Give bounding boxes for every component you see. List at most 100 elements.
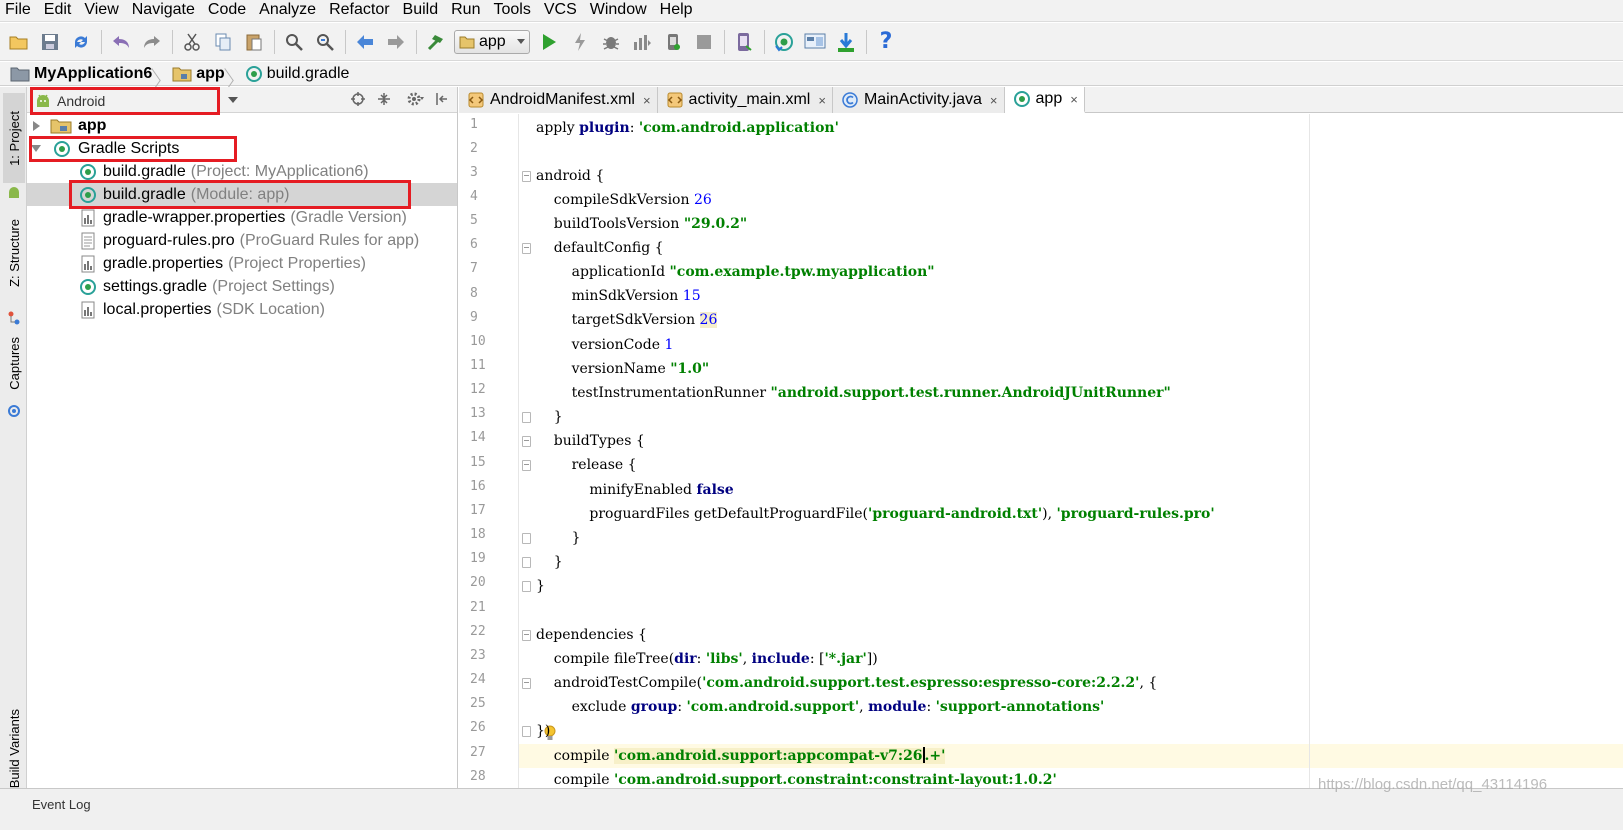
help-icon[interactable]: ? xyxy=(873,29,899,55)
close-icon[interactable]: × xyxy=(990,93,998,108)
sync-gradle-icon[interactable] xyxy=(771,29,797,55)
gear-icon[interactable] xyxy=(407,90,425,108)
chevron-down-icon[interactable] xyxy=(228,97,238,103)
sync-icon[interactable] xyxy=(68,29,94,55)
tree-node-settings-gradle[interactable]: settings.gradle (Project Settings) xyxy=(79,275,335,298)
apply-changes-icon[interactable] xyxy=(567,29,593,55)
menu-vcs[interactable]: VCS xyxy=(538,0,584,22)
paste-icon[interactable] xyxy=(241,29,267,55)
tab-activity-main[interactable]: activity_main.xml × xyxy=(657,87,833,113)
menu-window[interactable]: Window xyxy=(584,0,654,22)
tab-app-build-gradle[interactable]: app × xyxy=(1004,87,1085,113)
tab-androidmanifest[interactable]: AndroidManifest.xml × xyxy=(459,87,658,113)
menu-file[interactable]: File xyxy=(0,0,38,22)
code-line: applicationId "com.example.tpw.myapplica… xyxy=(536,264,935,280)
toolbar-separator xyxy=(345,29,346,54)
tree-node-proguard-rules[interactable]: proguard-rules.pro (ProGuard Rules for a… xyxy=(79,229,419,252)
project-view-selector[interactable]: Android xyxy=(31,89,221,113)
hide-panel-icon[interactable] xyxy=(433,90,451,108)
avd-manager-icon[interactable] xyxy=(731,29,757,55)
code-line: } xyxy=(536,409,563,425)
line-number: 21 xyxy=(470,600,486,615)
attach-debugger-icon[interactable] xyxy=(660,29,686,55)
breadcrumb-project[interactable]: MyApplication6 xyxy=(10,62,152,86)
save-icon[interactable] xyxy=(37,29,63,55)
project-structure-icon[interactable] xyxy=(802,29,828,55)
code-line: buildTypes { xyxy=(536,433,645,449)
close-icon[interactable]: × xyxy=(818,93,826,108)
code-line: proguardFiles getDefaultProguardFile('pr… xyxy=(536,506,1215,522)
captures-icon xyxy=(3,401,25,421)
line-number: 10 xyxy=(470,334,486,349)
forward-icon[interactable] xyxy=(383,29,409,55)
tab-label: app xyxy=(1035,90,1063,107)
tree-node-description: (SDK Location) xyxy=(216,300,326,318)
close-icon[interactable]: × xyxy=(643,93,651,108)
breadcrumb-file[interactable]: build.gradle xyxy=(245,62,350,86)
replace-icon[interactable] xyxy=(312,29,338,55)
toolbar-separator xyxy=(764,29,765,54)
breadcrumb-project-label: MyApplication6 xyxy=(34,64,153,82)
undo-icon[interactable] xyxy=(108,29,134,55)
tree-node-label: proguard-rules.pro xyxy=(103,231,235,249)
collapse-arrow-icon[interactable] xyxy=(31,145,41,152)
android-icon xyxy=(37,94,49,107)
sdk-manager-icon[interactable] xyxy=(833,29,859,55)
menu-help[interactable]: Help xyxy=(654,0,700,22)
scroll-from-source-icon[interactable] xyxy=(349,90,367,108)
code-line: minSdkVersion 15 xyxy=(536,288,701,304)
code-line: versionName "1.0" xyxy=(536,361,710,377)
line-number: 2 xyxy=(470,141,478,156)
tree-node-build-gradle-project[interactable]: build.gradle (Project: MyApplication6) xyxy=(79,160,369,183)
line-number: 14 xyxy=(470,430,486,445)
code-editor[interactable]: apply plugin: 'com.android.application' … xyxy=(519,114,1623,807)
tab-mainactivity[interactable]: MainActivity.java × xyxy=(832,87,1005,113)
run-icon[interactable] xyxy=(536,29,562,55)
tree-node-gradle-properties[interactable]: gradle.properties (Project Properties) xyxy=(79,252,366,275)
open-folder-icon[interactable] xyxy=(6,29,32,55)
profile-icon[interactable] xyxy=(629,29,655,55)
event-log-tab[interactable]: Event Log xyxy=(32,797,91,812)
menu-build[interactable]: Build xyxy=(397,0,446,22)
back-icon[interactable] xyxy=(352,29,378,55)
tab-structure[interactable]: Z: Structure xyxy=(3,203,25,303)
main-toolbar: app ? xyxy=(0,23,1623,61)
expand-arrow-icon[interactable] xyxy=(33,120,40,131)
stop-icon[interactable] xyxy=(691,29,717,55)
menu-navigate[interactable]: Navigate xyxy=(126,0,202,22)
menu-run[interactable]: Run xyxy=(445,0,487,22)
line-number: 3 xyxy=(470,165,478,180)
menu-bar: File Edit View Navigate Code Analyze Ref… xyxy=(0,0,1623,22)
tab-captures[interactable]: Captures xyxy=(3,323,25,403)
line-number: 4 xyxy=(470,189,478,204)
redo-icon[interactable] xyxy=(139,29,165,55)
code-line: versionCode 1 xyxy=(536,337,674,353)
menu-code[interactable]: Code xyxy=(202,0,253,22)
run-config-selector[interactable]: app xyxy=(454,29,530,54)
tree-node-local-properties[interactable]: local.properties (SDK Location) xyxy=(79,298,325,321)
make-project-icon[interactable] xyxy=(423,29,449,55)
menu-tools[interactable]: Tools xyxy=(487,0,537,22)
debug-icon[interactable] xyxy=(598,29,624,55)
tree-node-app[interactable]: app xyxy=(33,114,106,137)
tree-node-build-gradle-module[interactable]: build.gradle (Module: app) xyxy=(27,183,457,206)
menu-edit[interactable]: Edit xyxy=(38,0,79,22)
code-line: compileSdkVersion 26 xyxy=(536,192,712,208)
tab-label: MainActivity.java xyxy=(863,91,982,108)
line-number: 23 xyxy=(470,648,486,663)
copy-icon[interactable] xyxy=(210,29,236,55)
menu-refactor[interactable]: Refactor xyxy=(323,0,396,22)
line-number: 18 xyxy=(470,527,486,542)
tree-node-gradle-wrapper-properties[interactable]: gradle-wrapper.properties (Gradle Versio… xyxy=(79,206,407,229)
breadcrumb-file-label: build.gradle xyxy=(266,64,350,82)
close-icon[interactable]: × xyxy=(1070,92,1078,107)
tree-node-description: (Project Properties) xyxy=(228,254,366,272)
collapse-all-icon[interactable] xyxy=(375,90,393,108)
menu-analyze[interactable]: Analyze xyxy=(253,0,323,22)
menu-view[interactable]: View xyxy=(78,0,125,22)
cut-icon[interactable] xyxy=(179,29,205,55)
tree-node-gradle-scripts[interactable]: Gradle Scripts xyxy=(31,137,179,160)
line-number: 8 xyxy=(470,286,478,301)
find-icon[interactable] xyxy=(281,29,307,55)
tab-project[interactable]: 1: Project xyxy=(3,93,25,183)
